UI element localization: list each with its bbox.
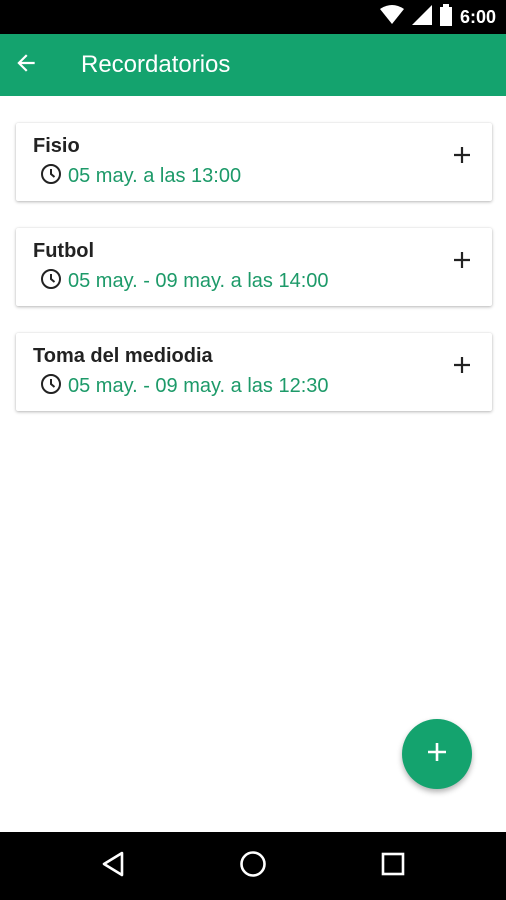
reminder-card[interactable]: Futbol 05 may. - 09 may. a las 14:00: [16, 228, 492, 306]
reminder-schedule: 05 may. a las 13:00: [40, 163, 241, 189]
reminder-schedule-text: 05 may. - 09 may. a las 12:30: [68, 374, 329, 397]
plus-icon: [453, 356, 471, 379]
reminder-schedule-text: 05 may. a las 13:00: [68, 164, 242, 187]
reminder-schedule-text: 05 may. - 09 may. a las 14:00: [68, 269, 329, 292]
clock-icon: [40, 373, 62, 400]
plus-icon: [426, 741, 448, 768]
recents-square-icon: [381, 852, 405, 881]
app-bar: Recordatorios: [0, 34, 506, 96]
status-icons: 6:00: [379, 0, 496, 34]
add-dose-button[interactable]: [446, 351, 478, 383]
reminder-schedule: 05 may. - 09 may. a las 12:30: [40, 373, 329, 399]
plus-icon: [453, 251, 471, 274]
reminder-schedule: 05 may. - 09 may. a las 14:00: [40, 268, 329, 294]
system-nav-bar: [0, 832, 506, 900]
reminder-title: Fisio: [33, 135, 80, 157]
clock-icon: [40, 268, 62, 295]
nav-recents-button[interactable]: [373, 846, 413, 886]
add-reminder-fab[interactable]: [402, 719, 472, 789]
reminder-list: Fisio 05 may. a las 13:00 Futbol 05 may.…: [16, 123, 492, 438]
status-bar: 6:00: [0, 0, 506, 34]
add-dose-button[interactable]: [446, 246, 478, 278]
reminder-card[interactable]: Fisio 05 may. a las 13:00: [16, 123, 492, 201]
reminder-title: Futbol: [33, 240, 95, 262]
back-triangle-icon: [101, 851, 125, 882]
nav-back-button[interactable]: [93, 846, 133, 886]
back-button[interactable]: [8, 47, 44, 83]
add-dose-button[interactable]: [446, 141, 478, 173]
arrow-back-icon: [13, 50, 39, 81]
page-title: Recordatorios: [81, 51, 231, 78]
nav-home-button[interactable]: [233, 846, 273, 886]
home-circle-icon: [239, 850, 267, 883]
cell-signal-icon: [411, 4, 432, 30]
clock-icon: [40, 163, 62, 190]
battery-icon: [439, 3, 452, 31]
plus-icon: [453, 146, 471, 169]
wifi-icon: [379, 4, 404, 30]
status-time: 6:00: [459, 6, 496, 27]
reminder-title: Toma del mediodia: [33, 345, 213, 367]
reminder-card[interactable]: Toma del mediodia 05 may. - 09 may. a la…: [16, 333, 492, 411]
